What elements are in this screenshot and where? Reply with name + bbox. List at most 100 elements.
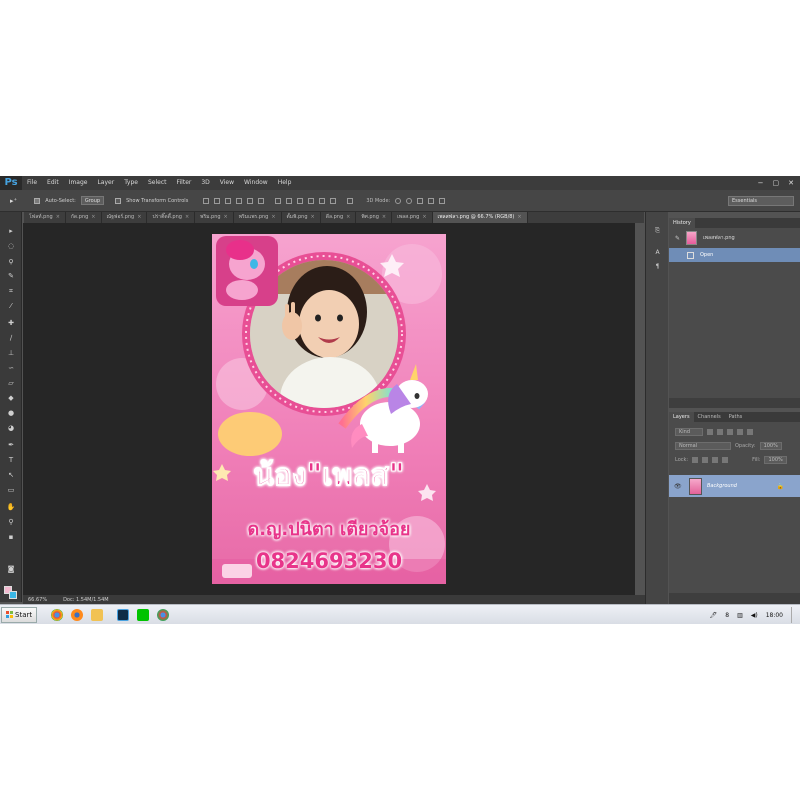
firefox-taskbar-icon[interactable]	[71, 608, 84, 621]
menu-edit[interactable]: Edit	[42, 176, 64, 190]
move-tool-icon[interactable]: ▸	[5, 226, 17, 236]
quick-select-tool-icon[interactable]: ✎	[5, 271, 17, 281]
default-colors-icon[interactable]: ▪	[5, 532, 17, 542]
close-tab-icon[interactable]: ×	[56, 214, 60, 220]
close-button[interactable]: ✕	[788, 176, 794, 190]
close-tab-icon[interactable]: ×	[422, 214, 426, 220]
paint-bucket-tool-icon[interactable]: ◆	[5, 393, 17, 403]
healing-brush-tool-icon[interactable]: ✚	[5, 318, 17, 328]
3d-roll-icon[interactable]	[406, 197, 413, 204]
3d-scale-icon[interactable]	[439, 197, 446, 204]
folder-taskbar-icon[interactable]	[91, 608, 104, 621]
brush-tool-icon[interactable]: ∕	[5, 333, 17, 343]
minimize-button[interactable]: −	[758, 176, 764, 190]
menu-type[interactable]: Type	[119, 176, 143, 190]
shape-tool-icon[interactable]: ▭	[5, 485, 17, 495]
history-state-open[interactable]: Open	[669, 248, 800, 262]
quick-mask-icon[interactable]: ◙	[5, 564, 17, 574]
document-tab[interactable]: พริมแพร.png ×	[234, 212, 282, 223]
document-tab[interactable]: ปร่าติ๊ดดี้.png ×	[147, 212, 196, 223]
hand-tool-icon[interactable]: ✋	[5, 502, 17, 512]
distribute-left-icon[interactable]	[308, 197, 315, 204]
dodge-tool-icon[interactable]: ◕	[5, 423, 17, 433]
menu-filter[interactable]: Filter	[172, 176, 197, 190]
pen-tool-icon[interactable]: ✒	[5, 440, 17, 450]
distribute-center-icon[interactable]	[319, 197, 326, 204]
document-tab[interactable]: โฟลท์.png ×	[24, 212, 66, 223]
3d-drag-icon[interactable]	[417, 197, 424, 204]
volume-icon[interactable]: ◀)	[751, 612, 758, 619]
menu-help[interactable]: Help	[273, 176, 297, 190]
3d-rotate-icon[interactable]	[395, 197, 402, 204]
document-tab[interactable]: ดีล.png ×	[321, 212, 357, 223]
menu-image[interactable]: Image	[64, 176, 93, 190]
document-tab[interactable]: เพลส.png ×	[392, 212, 433, 223]
tray-app-icon[interactable]: 🖊	[710, 612, 718, 619]
filter-smart-icon[interactable]	[747, 429, 753, 435]
document-tab-active[interactable]: เพลสฟลา.png @ 66.7% (RGB/8) ×	[432, 212, 528, 223]
fill-input[interactable]: 100%	[764, 456, 787, 464]
document-tab[interactable]: ตั้มพิ.png ×	[282, 212, 321, 223]
history-brush-tool-icon[interactable]: ∽	[5, 363, 17, 373]
filter-shape-icon[interactable]	[737, 429, 743, 435]
blur-tool-icon[interactable]: ●	[5, 408, 17, 418]
menu-3d[interactable]: 3D	[196, 176, 214, 190]
document-tab[interactable]: พิศ.png ×	[356, 212, 393, 223]
background-color-swatch[interactable]	[9, 591, 17, 599]
history-brush-source-icon[interactable]: ✎	[675, 235, 680, 242]
auto-select-dropdown[interactable]: Group	[80, 196, 105, 205]
lasso-tool-icon[interactable]: ϙ	[5, 256, 17, 266]
marquee-tool-icon[interactable]: ◌	[5, 241, 17, 251]
show-desktop-button[interactable]	[791, 607, 796, 623]
menu-view[interactable]: View	[215, 176, 239, 190]
path-select-tool-icon[interactable]: ↖	[5, 470, 17, 480]
line-taskbar-icon[interactable]	[137, 608, 150, 621]
tab-layers[interactable]: Layers	[669, 412, 694, 422]
zoom-level[interactable]: 66.67%	[28, 597, 47, 603]
auto-align-icon[interactable]	[347, 197, 354, 204]
lock-transparent-icon[interactable]	[692, 457, 699, 463]
lock-pixels-icon[interactable]	[702, 457, 709, 463]
close-tab-icon[interactable]: ×	[311, 214, 315, 220]
opacity-input[interactable]: 100%	[759, 442, 782, 450]
distribute-right-icon[interactable]	[330, 197, 337, 204]
align-top-icon[interactable]	[203, 197, 210, 204]
document-tab[interactable]: กัด.png ×	[66, 212, 102, 223]
tab-paths[interactable]: Paths	[725, 412, 747, 422]
character-panel-icon[interactable]: A	[653, 248, 662, 257]
distribute-middle-icon[interactable]	[286, 197, 293, 204]
photoshop-taskbar-icon[interactable]	[117, 608, 130, 621]
restore-button[interactable]: ▢	[773, 176, 780, 190]
blend-mode-select[interactable]: Normal	[675, 442, 731, 450]
document-tab[interactable]: ณัฐฟอร์.png ×	[102, 212, 148, 223]
chrome-taskbar-icon[interactable]	[51, 608, 64, 621]
lock-all-icon[interactable]	[722, 457, 729, 463]
close-tab-icon[interactable]: ×	[517, 214, 521, 220]
canvas-area[interactable]: น้อง"เพลส" ด.ญ.ปนิตา เตียวจ้อย 082469323…	[23, 223, 635, 596]
tab-history[interactable]: History	[669, 218, 695, 228]
eraser-tool-icon[interactable]: ▱	[5, 378, 17, 388]
filter-type-icon[interactable]	[727, 429, 733, 435]
close-tab-icon[interactable]: ×	[137, 214, 141, 220]
close-tab-icon[interactable]: ×	[382, 214, 386, 220]
start-button[interactable]: Start	[1, 606, 38, 623]
document-canvas[interactable]: น้อง"เพลส" ด.ญ.ปนิตา เตียวจ้อย 082469323…	[212, 234, 446, 584]
auto-select-checkbox[interactable]	[34, 197, 41, 204]
close-tab-icon[interactable]: ×	[271, 214, 275, 220]
crop-tool-icon[interactable]: ⌗	[5, 286, 17, 296]
align-center-icon[interactable]	[247, 197, 254, 204]
clone-stamp-tool-icon[interactable]: ⊥	[5, 348, 17, 358]
history-panel-icon[interactable]: ⎘	[653, 226, 662, 235]
filter-pixel-icon[interactable]	[707, 429, 713, 435]
eyedropper-tool-icon[interactable]: ⁄	[5, 301, 17, 311]
browser-taskbar-icon[interactable]	[157, 608, 170, 621]
paragraph-panel-icon[interactable]: ¶	[653, 262, 662, 271]
clock[interactable]: 18:00	[766, 612, 783, 619]
align-left-icon[interactable]	[236, 197, 243, 204]
transform-controls-checkbox[interactable]	[115, 197, 122, 204]
move-tool-preset-icon[interactable]: ▸⁺	[10, 197, 17, 205]
layer-kind-filter[interactable]: Kind	[675, 428, 703, 436]
menu-layer[interactable]: Layer	[92, 176, 119, 190]
close-tab-icon[interactable]: ×	[346, 214, 350, 220]
align-right-icon[interactable]	[258, 197, 265, 204]
